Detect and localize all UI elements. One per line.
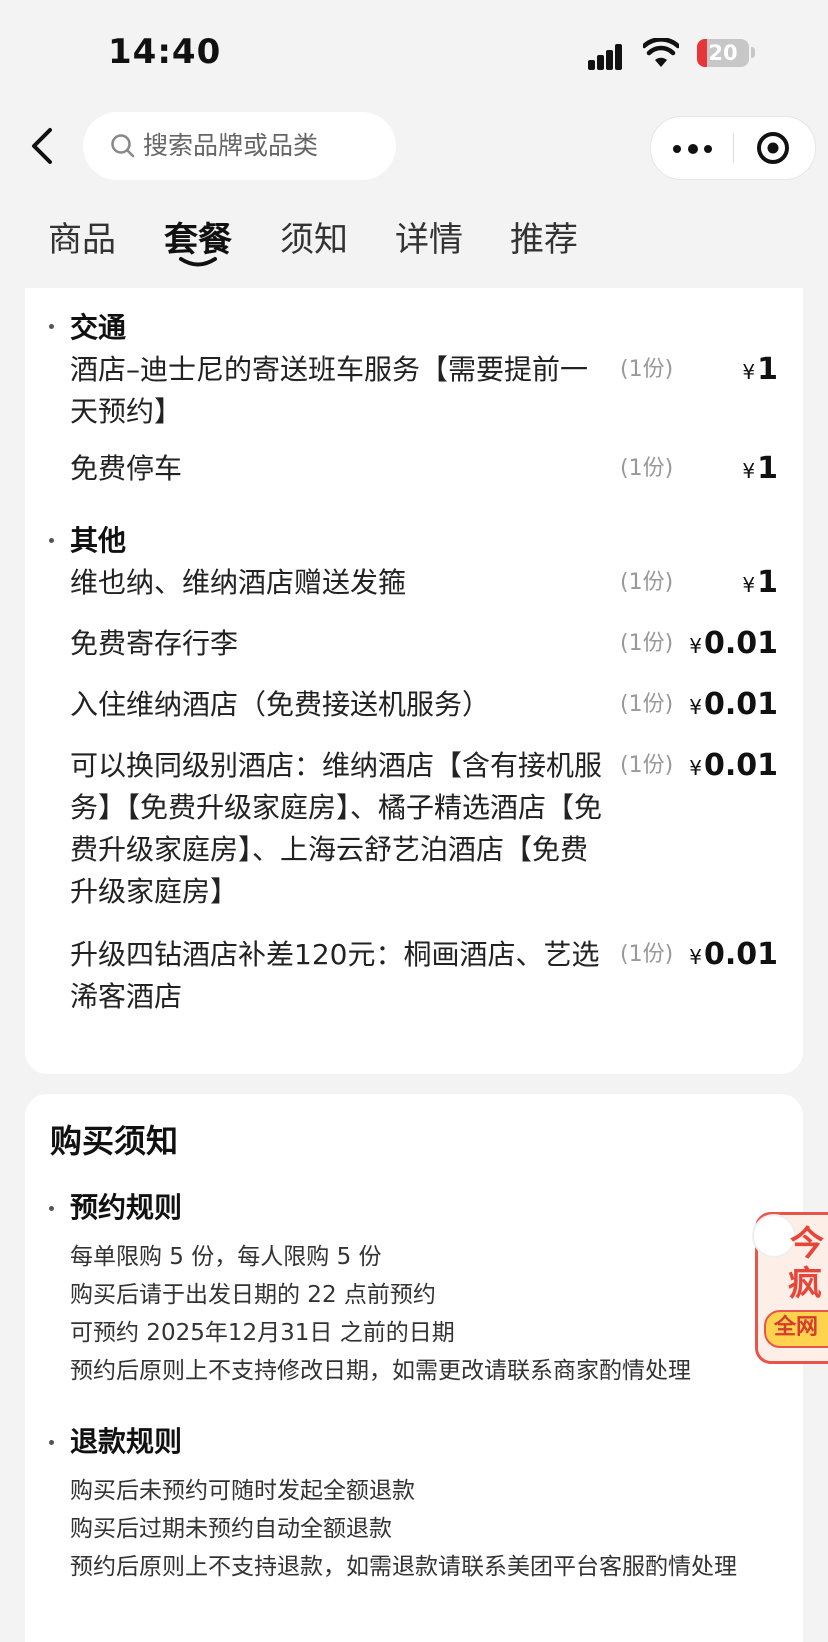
package-item-price: ¥0.01 xyxy=(689,937,778,972)
rule-line: 购买后过期未预约自动全额退款 xyxy=(70,1516,392,1542)
page: 14:40 20 搜索品牌或品类 商品 套餐 须知 详情 推荐 交通 酒店–迪士… xyxy=(0,0,828,1642)
section-title-booking-rules: 预约规则 xyxy=(70,1191,183,1224)
package-item-name: 免费停车 xyxy=(70,452,183,485)
notice-title: 购买须知 xyxy=(50,1122,179,1160)
package-item-name: 入住维纳酒店（免费接送机服务） xyxy=(70,688,491,721)
floating-promo-widget[interactable]: 今 疯 全网 xyxy=(752,1212,828,1364)
mini-program-capsule xyxy=(650,116,816,180)
wifi-icon xyxy=(643,38,679,67)
search-input[interactable] xyxy=(143,112,383,180)
section-title-other: 其他 xyxy=(70,524,127,557)
rule-line: 每单限购 5 份，每人限购 5 份 xyxy=(70,1244,382,1270)
promo-text: 疯 xyxy=(788,1264,822,1304)
tab-goods[interactable]: 商品 xyxy=(48,212,116,261)
package-item-qty: (1份) xyxy=(620,942,674,967)
tab-details[interactable]: 详情 xyxy=(395,212,463,261)
back-button[interactable] xyxy=(18,118,74,174)
package-item-price: ¥0.01 xyxy=(689,748,778,783)
package-item-price: ¥1 xyxy=(742,352,778,387)
active-tab-indicator xyxy=(179,257,217,267)
battery-icon: 20 xyxy=(697,39,749,67)
tab-recommend[interactable]: 推荐 xyxy=(510,212,578,261)
status-bar: 14:40 20 xyxy=(0,0,828,100)
package-item-qty: (1份) xyxy=(620,631,674,656)
more-dots-icon xyxy=(673,145,681,153)
package-item-qty: (1份) xyxy=(620,692,674,717)
search-bar[interactable] xyxy=(83,112,396,180)
package-item-qty: (1份) xyxy=(620,357,674,382)
package-item-name: 维也纳、维纳酒店赠送发箍 xyxy=(70,566,407,599)
package-card: 交通 酒店–迪士尼的寄送班车服务【需要提前一天预约】 (1份) ¥1 免费停车 … xyxy=(25,288,803,1074)
package-item-qty: (1份) xyxy=(620,753,674,778)
package-item-name: 酒店–迪士尼的寄送班车服务【需要提前一天预约】 xyxy=(70,353,589,428)
rule-line: 可预约 2025年12月31日 之前的日期 xyxy=(70,1320,455,1346)
package-item-name: 免费寄存行李 xyxy=(70,627,239,660)
rule-line: 预约后原则上不支持退款，如需退款请联系美团平台客服酌情处理 xyxy=(70,1554,737,1580)
package-item-name: 可以换同级别酒店：维纳酒店【含有接机服务】【免费升级家庭房】、橘子精选酒店【免费… xyxy=(70,749,603,908)
tab-notice[interactable]: 须知 xyxy=(280,212,348,261)
rule-line: 预约后原则上不支持修改日期，如需更改请联系商家酌情处理 xyxy=(70,1358,691,1384)
package-item-qty: (1份) xyxy=(620,570,674,595)
battery-level: 20 xyxy=(708,41,738,65)
more-button[interactable] xyxy=(651,117,733,179)
package-item-price: ¥1 xyxy=(742,451,778,486)
promo-badge: 全网 xyxy=(764,1310,828,1348)
package-item-price: ¥1 xyxy=(742,565,778,600)
section-title-refund-rules: 退款规则 xyxy=(70,1425,183,1458)
package-item-price: ¥0.01 xyxy=(689,687,778,722)
purchase-notice-card: 购买须知 预约规则 每单限购 5 份，每人限购 5 份 购买后请于出发日期的 2… xyxy=(25,1094,803,1642)
search-icon xyxy=(111,134,135,158)
tab-package[interactable]: 套餐 xyxy=(164,212,232,261)
cellular-signal-icon xyxy=(588,40,630,70)
tab-bar: 商品 套餐 须知 详情 推荐 xyxy=(0,212,828,282)
package-item-name: 升级四钻酒店补差120元：桐画酒店、艺选浠客酒店 xyxy=(70,938,600,1013)
package-item-qty: (1份) xyxy=(620,456,674,481)
status-time: 14:40 xyxy=(108,32,222,72)
package-item-price: ¥0.01 xyxy=(689,626,778,661)
rule-line: 购买后未预约可随时发起全额退款 xyxy=(70,1478,415,1504)
rule-line: 购买后请于出发日期的 22 点前预约 xyxy=(70,1282,436,1308)
section-title-transport: 交通 xyxy=(70,311,127,344)
close-mini-program-button[interactable] xyxy=(734,117,814,179)
